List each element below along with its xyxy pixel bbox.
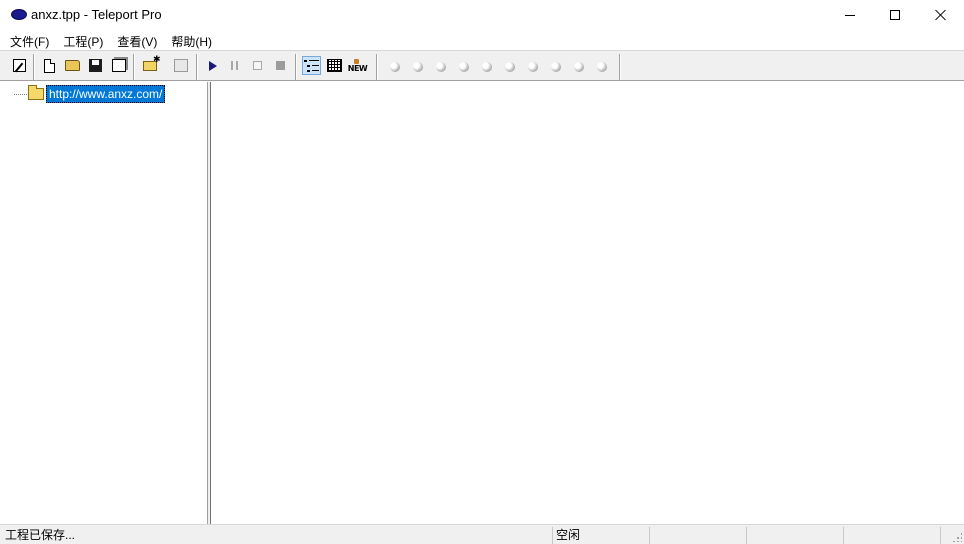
window-title: anxz.tpp - Teleport Pro — [31, 7, 162, 22]
thread-8-icon — [550, 61, 561, 72]
thread-5-indicator — [477, 56, 496, 75]
new-project-button[interactable] — [40, 56, 59, 75]
status-state: 空闲 — [556, 528, 581, 542]
save-icon — [89, 59, 102, 72]
properties-icon — [111, 59, 126, 72]
close-icon — [935, 9, 947, 21]
teleport-pro-icon[interactable] — [11, 9, 27, 20]
thread-1-indicator — [385, 56, 404, 75]
minimize-icon — [845, 14, 855, 16]
new-document-icon — [44, 58, 55, 73]
status-pane-4 — [747, 527, 843, 544]
project-properties-button[interactable] — [109, 56, 128, 75]
table-view-icon — [327, 59, 342, 72]
new-starting-address-button[interactable] — [140, 54, 161, 75]
stop-button[interactable] — [271, 56, 290, 75]
thread-2-icon — [412, 61, 423, 72]
open-folder-icon — [65, 60, 80, 71]
close-button[interactable] — [918, 0, 964, 30]
stop-after-icon — [253, 61, 262, 70]
menu-project[interactable]: 工程(P) — [56, 30, 110, 50]
toolbar-separator — [33, 54, 35, 80]
folder-icon — [28, 85, 44, 100]
save-project-button[interactable] — [86, 56, 105, 75]
toolbar-separator — [619, 54, 621, 80]
status-message: 工程已保存... — [5, 528, 76, 542]
thread-7-indicator — [523, 56, 542, 75]
start-button[interactable] — [203, 56, 222, 75]
title-bar: anxz.tpp - Teleport Pro — [0, 0, 964, 30]
thread-10-icon — [596, 61, 607, 72]
tree-connector — [14, 93, 27, 95]
resize-grip-icon[interactable] — [952, 532, 962, 542]
thread-6-indicator — [500, 56, 519, 75]
browse-icon — [173, 59, 188, 72]
project-tree-pane[interactable]: http://www.anxz.com/ — [0, 82, 208, 524]
open-project-button[interactable] — [63, 56, 82, 75]
tree-item-label[interactable]: http://www.anxz.com/ — [46, 85, 166, 103]
thread-7-icon — [527, 61, 538, 72]
new-starting-address-icon — [142, 54, 161, 71]
status-pane-5 — [844, 527, 940, 544]
pause-icon — [231, 61, 238, 70]
browse-button[interactable] — [171, 56, 190, 75]
new-files-icon: NEW — [348, 58, 368, 73]
maximize-button[interactable] — [872, 0, 918, 30]
toolbar-separator — [196, 54, 198, 80]
tree-item[interactable]: http://www.anxz.com/ — [14, 85, 166, 103]
minimize-button[interactable] — [827, 0, 873, 30]
thread-6-icon — [504, 61, 515, 72]
thread-4-indicator — [454, 56, 473, 75]
thread-1-icon — [389, 61, 400, 72]
project-wizard-icon — [13, 59, 26, 72]
tree-view-icon — [304, 59, 319, 72]
tree-view-button[interactable] — [302, 56, 321, 75]
thread-9-indicator — [569, 56, 588, 75]
table-view-button[interactable] — [325, 56, 344, 75]
status-pane-3 — [650, 527, 746, 544]
status-divider — [940, 527, 941, 544]
status-bar: 工程已保存... 空闲 — [0, 524, 964, 544]
toolbar-separator — [295, 54, 297, 80]
pause-button[interactable] — [225, 56, 244, 75]
thread-9-icon — [573, 61, 584, 72]
thread-3-icon — [435, 61, 446, 72]
stop-after-button[interactable] — [248, 56, 267, 75]
thread-10-indicator — [592, 56, 611, 75]
menu-view[interactable]: 查看(V) — [110, 30, 164, 50]
menu-file[interactable]: 文件(F) — [3, 30, 56, 50]
project-wizard-button[interactable] — [10, 56, 29, 75]
toolbar: NEW — [0, 50, 964, 81]
thread-8-indicator — [546, 56, 565, 75]
maximize-icon — [890, 10, 900, 20]
thread-5-icon — [481, 61, 492, 72]
toolbar-separator — [133, 54, 135, 80]
thread-4-icon — [458, 61, 469, 72]
toolbar-separator — [376, 54, 378, 80]
stop-icon — [276, 61, 285, 70]
content-pane[interactable] — [211, 82, 964, 524]
thread-2-indicator — [408, 56, 427, 75]
thread-3-indicator — [431, 56, 450, 75]
menu-bar: 文件(F) 工程(P) 查看(V) 帮助(H) — [0, 30, 964, 50]
new-files-button[interactable]: NEW — [348, 56, 368, 75]
menu-help[interactable]: 帮助(H) — [164, 30, 219, 50]
start-icon — [208, 60, 217, 71]
